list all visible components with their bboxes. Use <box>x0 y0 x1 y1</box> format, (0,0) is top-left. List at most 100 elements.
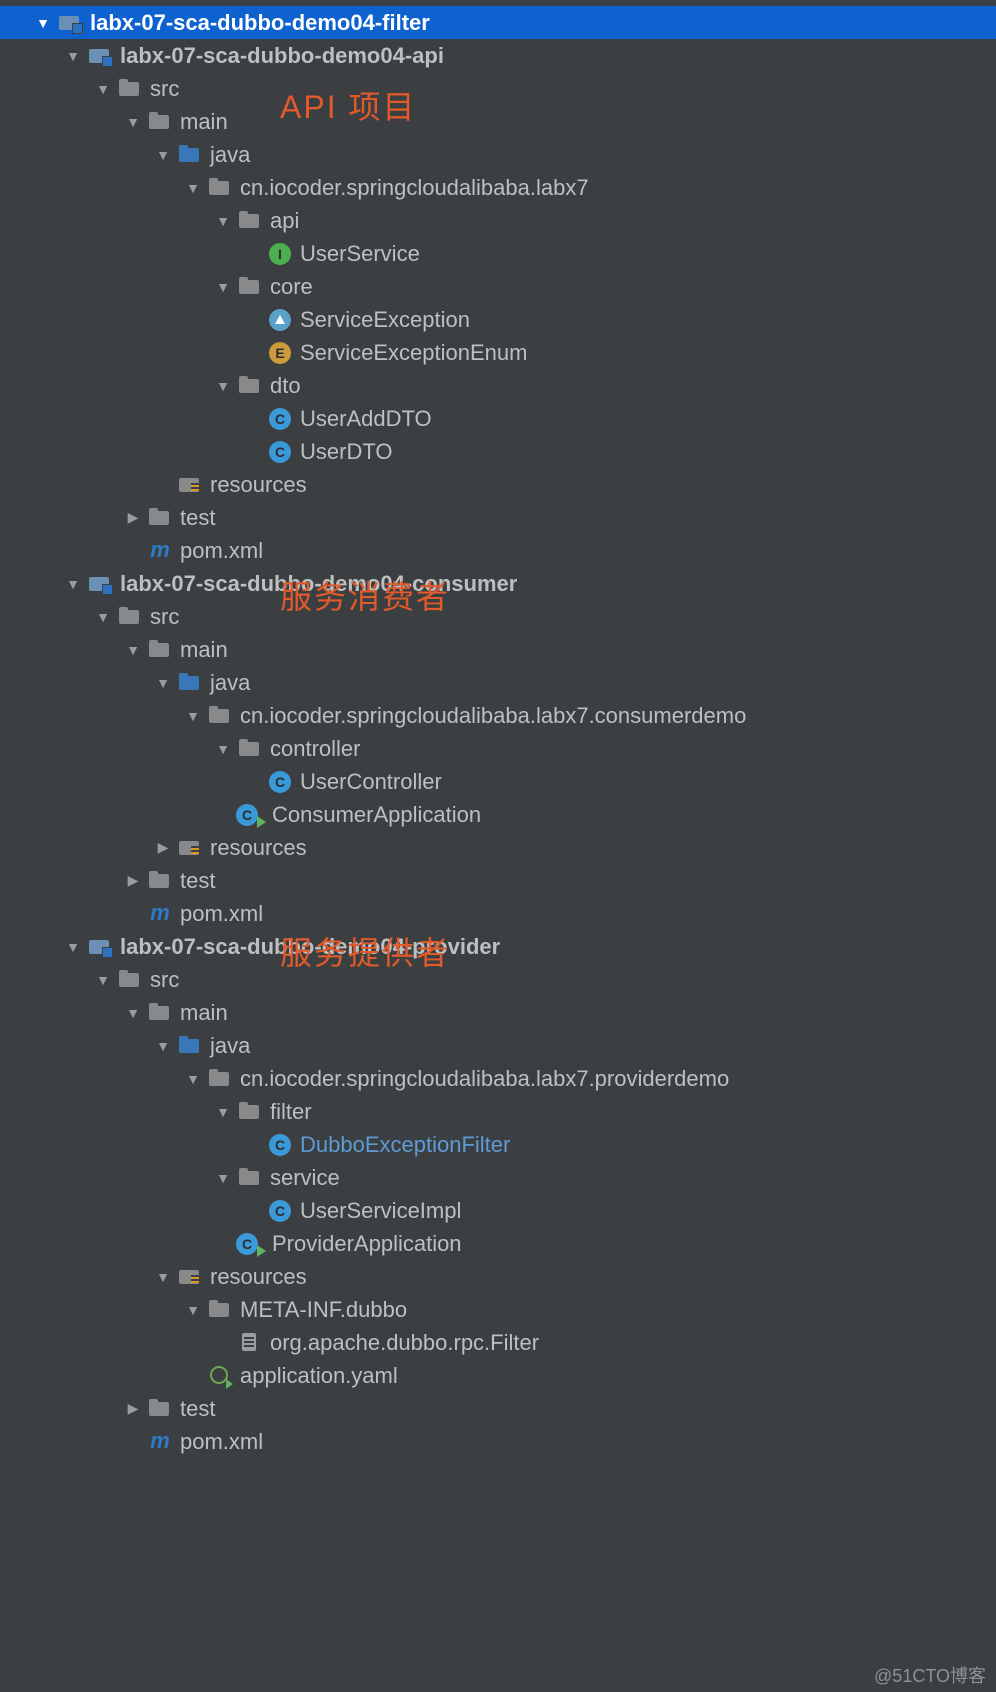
folder-icon <box>238 1100 262 1124</box>
expand-arrow-down-icon[interactable]: ▼ <box>214 741 232 757</box>
expand-arrow-down-icon[interactable]: ▼ <box>34 15 52 31</box>
expand-arrow-down-icon[interactable]: ▼ <box>64 576 82 592</box>
expand-arrow-down-icon[interactable]: ▼ <box>124 114 142 130</box>
module-consumer[interactable]: ▼ labx-07-sca-dubbo-demo04-consumer <box>0 567 996 600</box>
folder-java[interactable]: ▼java <box>0 138 996 171</box>
package[interactable]: ▼cn.iocoder.springcloudalibaba.labx7 <box>0 171 996 204</box>
folder-icon <box>118 77 142 101</box>
expand-arrow-down-icon[interactable]: ▼ <box>184 1302 202 1318</box>
expand-arrow-right-icon[interactable]: ▶ <box>154 839 172 856</box>
file-pom[interactable]: ▼mpom.xml <box>0 1425 996 1458</box>
folder-icon <box>148 110 172 134</box>
class-icon: C <box>268 770 292 794</box>
expand-arrow-down-icon[interactable]: ▼ <box>214 213 232 229</box>
file-pom[interactable]: ▼mpom.xml <box>0 534 996 567</box>
tree-item-label: ConsumerApplication <box>272 802 481 828</box>
expand-arrow-down-icon[interactable]: ▼ <box>124 1005 142 1021</box>
project-tree[interactable]: ▼labx-07-sca-dubbo-demo04-filter▼labx-07… <box>0 0 996 1458</box>
class-consumerapplication[interactable]: ▼CConsumerApplication <box>0 798 996 831</box>
folder-test[interactable]: ▶test <box>0 864 996 897</box>
tree-item-label: api <box>270 208 299 234</box>
expand-arrow-down-icon[interactable]: ▼ <box>184 180 202 196</box>
file-application-yaml[interactable]: ▼application.yaml <box>0 1359 996 1392</box>
expand-arrow-right-icon[interactable]: ▶ <box>124 872 142 889</box>
class-useradddto[interactable]: ▼CUserAddDTO <box>0 402 996 435</box>
module-folder-icon <box>58 11 82 35</box>
folder-resources[interactable]: ▶resources <box>0 831 996 864</box>
expand-arrow-down-icon[interactable]: ▼ <box>214 279 232 295</box>
module-api[interactable]: ▼labx-07-sca-dubbo-demo04-api <box>0 39 996 72</box>
package-dto[interactable]: ▼dto <box>0 369 996 402</box>
tree-item-label: main <box>180 109 228 135</box>
folder-resources[interactable]: ▼resources <box>0 468 996 501</box>
folder-main[interactable]: ▼main <box>0 633 996 666</box>
class-icon: C <box>268 407 292 431</box>
expand-arrow-down-icon[interactable]: ▼ <box>184 708 202 724</box>
folder-src[interactable]: ▼src <box>0 963 996 996</box>
package-controller[interactable]: ▼controller <box>0 732 996 765</box>
folder-resources[interactable]: ▼ resources <box>0 1260 996 1293</box>
interface-userservice[interactable]: ▼IUserService <box>0 237 996 270</box>
expand-arrow-down-icon[interactable]: ▼ <box>94 972 112 988</box>
folder-icon <box>148 638 172 662</box>
expand-arrow-down-icon[interactable]: ▼ <box>124 642 142 658</box>
tree-item-label: resources <box>210 1264 307 1290</box>
package-core[interactable]: ▼ core <box>0 270 996 303</box>
expand-arrow-right-icon[interactable]: ▶ <box>124 509 142 526</box>
folder-main[interactable]: ▼ main <box>0 105 996 138</box>
folder-main[interactable]: ▼main <box>0 996 996 1029</box>
tree-item-label: core <box>270 274 313 300</box>
source-folder-icon <box>178 143 202 167</box>
folder-src[interactable]: ▼src <box>0 72 996 105</box>
folder-icon <box>208 1298 232 1322</box>
maven-icon: m <box>148 539 172 563</box>
folder-icon <box>208 1067 232 1091</box>
folder-java[interactable]: ▼java <box>0 666 996 699</box>
file-spi-filter[interactable]: ▼org.apache.dubbo.rpc.Filter <box>0 1326 996 1359</box>
package-filter[interactable]: ▼filter <box>0 1095 996 1128</box>
package[interactable]: ▼cn.iocoder.springcloudalibaba.labx7.con… <box>0 699 996 732</box>
expand-arrow-down-icon[interactable]: ▼ <box>154 1269 172 1285</box>
expand-arrow-down-icon[interactable]: ▼ <box>154 1038 172 1054</box>
class-providerapplication[interactable]: ▼CProviderApplication <box>0 1227 996 1260</box>
enum-serviceexceptionenum[interactable]: ▼EServiceExceptionEnum <box>0 336 996 369</box>
expand-arrow-down-icon[interactable]: ▼ <box>214 1104 232 1120</box>
expand-arrow-down-icon[interactable]: ▼ <box>214 378 232 394</box>
expand-arrow-down-icon[interactable]: ▼ <box>64 48 82 64</box>
expand-arrow-down-icon[interactable]: ▼ <box>184 1071 202 1087</box>
expand-arrow-down-icon[interactable]: ▼ <box>94 609 112 625</box>
folder-icon <box>238 209 262 233</box>
package[interactable]: ▼cn.iocoder.springcloudalibaba.labx7.pro… <box>0 1062 996 1095</box>
folder-test[interactable]: ▶test <box>0 501 996 534</box>
expand-arrow-down-icon[interactable]: ▼ <box>154 147 172 163</box>
file-pom[interactable]: ▼mpom.xml <box>0 897 996 930</box>
class-dubboexceptionfilter[interactable]: ▼CDubboExceptionFilter <box>0 1128 996 1161</box>
folder-java[interactable]: ▼ java <box>0 1029 996 1062</box>
tree-item-label: java <box>210 1033 250 1059</box>
class-userserviceimpl[interactable]: ▼CUserServiceImpl <box>0 1194 996 1227</box>
class-icon: C <box>268 1199 292 1223</box>
class-userdto[interactable]: ▼CUserDTO <box>0 435 996 468</box>
package-api[interactable]: ▼ api <box>0 204 996 237</box>
expand-arrow-down-icon[interactable]: ▼ <box>214 1170 232 1186</box>
folder-src[interactable]: ▼src <box>0 600 996 633</box>
tree-item-label: labx-07-sca-dubbo-demo04-consumer <box>120 571 517 597</box>
expand-arrow-down-icon[interactable]: ▼ <box>64 939 82 955</box>
folder-icon <box>148 1397 172 1421</box>
folder-icon <box>148 1001 172 1025</box>
expand-arrow-down-icon[interactable]: ▼ <box>94 81 112 97</box>
folder-test[interactable]: ▶test <box>0 1392 996 1425</box>
text-file-icon <box>238 1331 262 1355</box>
module-root[interactable]: ▼labx-07-sca-dubbo-demo04-filter <box>0 6 996 39</box>
expand-arrow-down-icon[interactable]: ▼ <box>154 675 172 691</box>
package-service[interactable]: ▼service <box>0 1161 996 1194</box>
exception-class-icon <box>268 308 292 332</box>
tree-item-label: pom.xml <box>180 1429 263 1455</box>
class-serviceexception[interactable]: ▼ServiceException <box>0 303 996 336</box>
module-folder-icon <box>88 44 112 68</box>
folder-icon <box>148 869 172 893</box>
module-provider[interactable]: ▼labx-07-sca-dubbo-demo04-provider <box>0 930 996 963</box>
folder-metainf-dubbo[interactable]: ▼META-INF.dubbo <box>0 1293 996 1326</box>
expand-arrow-right-icon[interactable]: ▶ <box>124 1400 142 1417</box>
class-usercontroller[interactable]: ▼CUserController <box>0 765 996 798</box>
